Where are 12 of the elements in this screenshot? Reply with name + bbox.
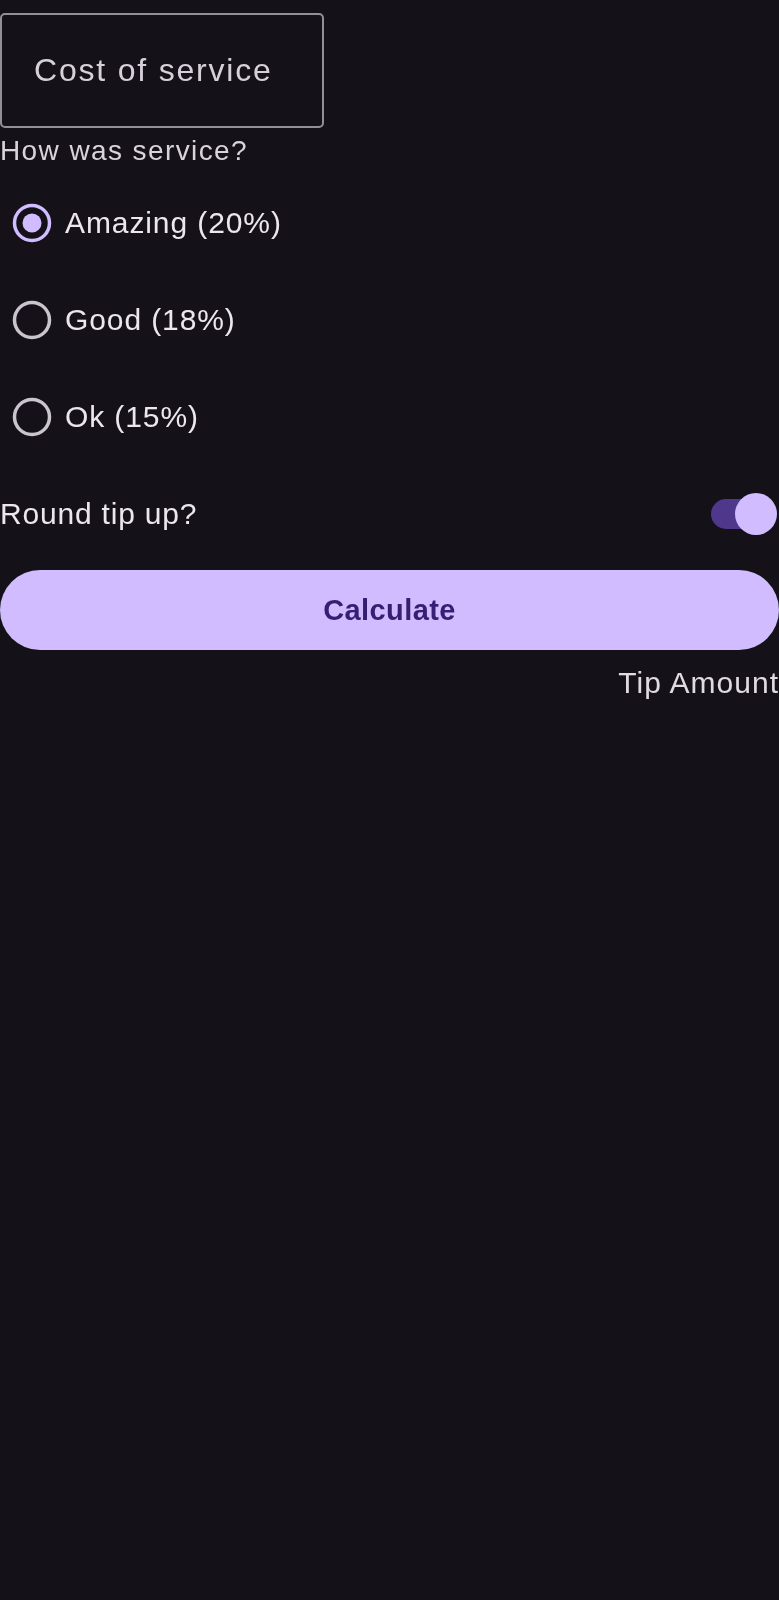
radio-button[interactable]	[12, 299, 52, 340]
service-question-label: How was service?	[0, 134, 249, 168]
round-up-label: Round tip up?	[0, 495, 198, 532]
calculate-button[interactable]: Calculate	[0, 570, 779, 650]
option-label: Ok (15%)	[65, 398, 199, 435]
radio-button[interactable]	[12, 396, 52, 437]
option-label: Amazing (20%)	[65, 204, 282, 241]
option-label: Good (18%)	[65, 301, 236, 338]
cost-input-field[interactable]: Cost of service	[0, 13, 324, 128]
radio-button-selected[interactable]	[12, 202, 52, 243]
toggle-switch[interactable]	[711, 492, 777, 535]
tip-amount-label: Tip Amount	[618, 665, 779, 701]
